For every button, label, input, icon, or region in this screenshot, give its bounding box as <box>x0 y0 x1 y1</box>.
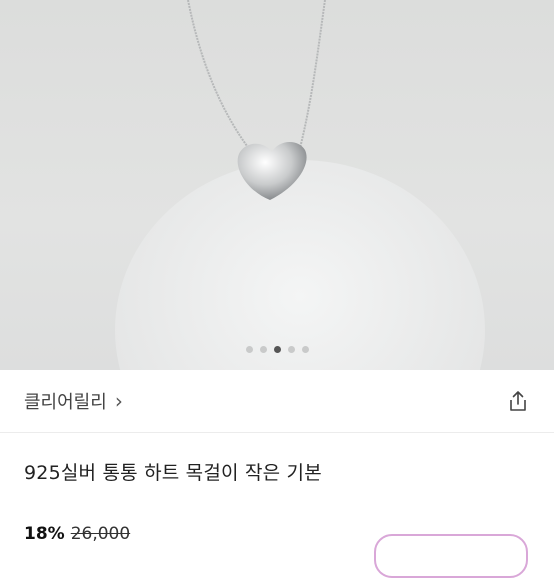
seller-link[interactable]: 클리어릴리 › <box>24 388 123 414</box>
product-title: 925실버 통통 하트 목걸이 작은 기본 <box>24 462 322 484</box>
seller-row: 클리어릴리 › <box>0 370 554 433</box>
purchase-button[interactable] <box>374 534 528 578</box>
carousel-dot[interactable] <box>259 346 267 353</box>
necklace-photo <box>115 0 485 370</box>
share-button[interactable] <box>504 387 532 415</box>
carousel-dot[interactable] <box>287 346 295 353</box>
discount-rate: 18% <box>24 524 65 544</box>
share-icon <box>510 391 526 411</box>
carousel-dot[interactable] <box>301 346 309 353</box>
product-image[interactable] <box>0 0 554 370</box>
carousel-dot-active[interactable] <box>273 346 281 353</box>
seller-name: 클리어릴리 <box>24 392 107 413</box>
price-row: 18% 26,000 <box>24 524 130 544</box>
chevron-right-icon: › <box>114 389 123 413</box>
carousel-indicator <box>0 346 554 353</box>
carousel-dot[interactable] <box>245 346 253 353</box>
original-price: 26,000 <box>70 524 131 544</box>
